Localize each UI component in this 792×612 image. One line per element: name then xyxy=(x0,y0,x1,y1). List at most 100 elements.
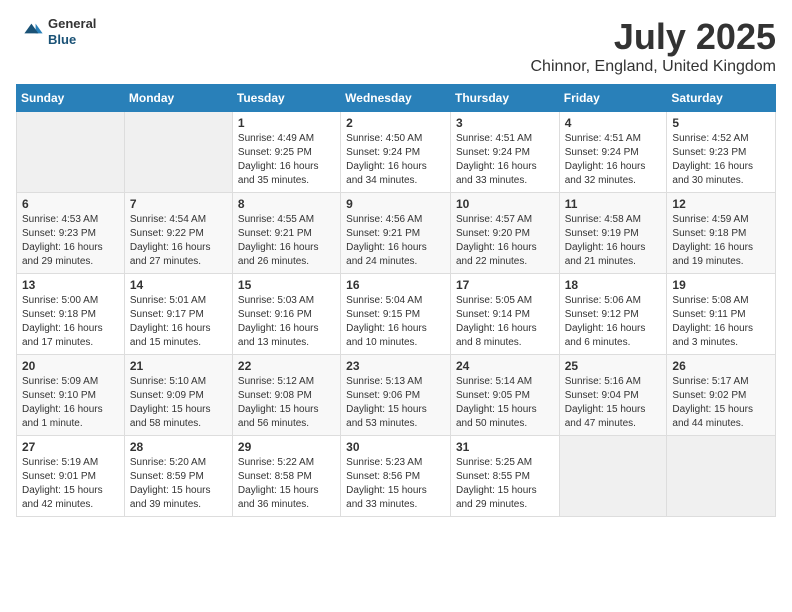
calendar-day-cell: 25Sunrise: 5:16 AMSunset: 9:04 PMDayligh… xyxy=(559,355,667,436)
calendar-day-cell: 19 Sunrise: 5:08 AMSunset: 9:11 PMDayligh… xyxy=(667,274,776,355)
day-info: Sunrise: 5:20 AMSunset: 8:59 PMDaylight:… xyxy=(130,456,227,512)
calendar-day-cell xyxy=(667,436,776,517)
calendar-day-cell: 12 Sunrise: 4:59 AMSunset: 9:18 PMDayligh… xyxy=(667,193,776,274)
day-number: 13 xyxy=(22,278,119,292)
calendar-day-cell: 26 Sunrise: 5:17 AMSunset: 9:02 PMDayligh… xyxy=(667,355,776,436)
day-info: Sunrise: 4:50 AMSunset: 9:24 PMDaylight:… xyxy=(346,132,445,188)
day-info: Sunrise: 5:09 AMSunset: 9:10 PMDaylight:… xyxy=(22,375,119,431)
day-number: 17 xyxy=(456,278,554,292)
day-info: Sunrise: 5:14 AMSunset: 9:05 PMDaylight:… xyxy=(456,375,554,431)
weekday-header-cell: Sunday xyxy=(17,85,125,112)
day-info: Sunrise: 4:58 AMSunset: 9:19 PMDaylight:… xyxy=(565,213,662,269)
day-info: Sunrise: 5:04 AMSunset: 9:15 PMDaylight:… xyxy=(346,294,445,350)
calendar-day-cell: 18 Sunrise: 5:06 AMSunset: 9:12 PMDayligh… xyxy=(559,274,667,355)
day-info: Sunrise: 5:08 AMSunset: 9:11 PMDaylight:… xyxy=(672,294,770,350)
calendar-week-row: 6Sunrise: 4:53 AMSunset: 9:23 PMDaylight… xyxy=(17,193,776,274)
weekday-header-row: SundayMondayTuesdayWednesdayThursdayFrid… xyxy=(17,85,776,112)
logo-text: General Blue xyxy=(48,16,96,47)
calendar-title: July 2025 xyxy=(531,16,777,58)
day-info: Sunrise: 4:57 AMSunset: 9:20 PMDaylight:… xyxy=(456,213,554,269)
day-info: Sunrise: 4:54 AMSunset: 9:22 PMDaylight:… xyxy=(130,213,227,269)
calendar-day-cell: 23 Sunrise: 5:13 AMSunset: 9:06 PMDayligh… xyxy=(341,355,451,436)
calendar-day-cell: 16 Sunrise: 5:04 AMSunset: 9:15 PMDayligh… xyxy=(341,274,451,355)
calendar-day-cell xyxy=(17,112,125,193)
day-number: 22 xyxy=(238,359,335,373)
day-number: 4 xyxy=(565,116,662,130)
day-info: Sunrise: 5:23 AMSunset: 8:56 PMDaylight:… xyxy=(346,456,445,512)
calendar-day-cell: 14 Sunrise: 5:01 AMSunset: 9:17 PMDayligh… xyxy=(124,274,232,355)
day-info: Sunrise: 4:51 AMSunset: 9:24 PMDaylight:… xyxy=(565,132,662,188)
calendar-day-cell: 20 Sunrise: 5:09 AMSunset: 9:10 PMDayligh… xyxy=(17,355,125,436)
day-info: Sunrise: 5:06 AMSunset: 9:12 PMDaylight:… xyxy=(565,294,662,350)
calendar-subtitle: Chinnor, England, United Kingdom xyxy=(531,58,777,76)
calendar-day-cell: 8 Sunrise: 4:55 AMSunset: 9:21 PMDaylight… xyxy=(232,193,340,274)
calendar-day-cell: 6Sunrise: 4:53 AMSunset: 9:23 PMDaylight… xyxy=(17,193,125,274)
weekday-header-cell: Monday xyxy=(124,85,232,112)
day-info: Sunrise: 4:51 AMSunset: 9:24 PMDaylight:… xyxy=(456,132,554,188)
weekday-header-cell: Friday xyxy=(559,85,667,112)
day-info: Sunrise: 5:12 AMSunset: 9:08 PMDaylight:… xyxy=(238,375,335,431)
day-info: Sunrise: 5:03 AMSunset: 9:16 PMDaylight:… xyxy=(238,294,335,350)
day-number: 7 xyxy=(130,197,227,211)
day-number: 9 xyxy=(346,197,445,211)
weekday-header-cell: Thursday xyxy=(450,85,559,112)
calendar-day-cell: 1 Sunrise: 4:49 AMSunset: 9:25 PMDaylight… xyxy=(232,112,340,193)
day-number: 24 xyxy=(456,359,554,373)
calendar-table: SundayMondayTuesdayWednesdayThursdayFrid… xyxy=(16,84,776,517)
calendar-day-cell: 17Sunrise: 5:05 AMSunset: 9:14 PMDayligh… xyxy=(450,274,559,355)
day-number: 19 xyxy=(672,278,770,292)
day-number: 31 xyxy=(456,440,554,454)
day-info: Sunrise: 5:00 AMSunset: 9:18 PMDaylight:… xyxy=(22,294,119,350)
day-number: 20 xyxy=(22,359,119,373)
day-info: Sunrise: 5:13 AMSunset: 9:06 PMDaylight:… xyxy=(346,375,445,431)
logo: General Blue xyxy=(16,16,96,47)
day-number: 25 xyxy=(565,359,662,373)
day-info: Sunrise: 5:22 AMSunset: 8:58 PMDaylight:… xyxy=(238,456,335,512)
calendar-day-cell: 30 Sunrise: 5:23 AMSunset: 8:56 PMDayligh… xyxy=(341,436,451,517)
day-info: Sunrise: 4:59 AMSunset: 9:18 PMDaylight:… xyxy=(672,213,770,269)
day-number: 26 xyxy=(672,359,770,373)
day-number: 10 xyxy=(456,197,554,211)
day-number: 16 xyxy=(346,278,445,292)
day-number: 3 xyxy=(456,116,554,130)
day-number: 12 xyxy=(672,197,770,211)
day-number: 5 xyxy=(672,116,770,130)
day-info: Sunrise: 4:56 AMSunset: 9:21 PMDaylight:… xyxy=(346,213,445,269)
day-number: 1 xyxy=(238,116,335,130)
day-number: 14 xyxy=(130,278,227,292)
calendar-week-row: 27Sunrise: 5:19 AMSunset: 9:01 PMDayligh… xyxy=(17,436,776,517)
calendar-day-cell xyxy=(124,112,232,193)
day-number: 30 xyxy=(346,440,445,454)
weekday-header-cell: Wednesday xyxy=(341,85,451,112)
calendar-day-cell: 15 Sunrise: 5:03 AMSunset: 9:16 PMDayligh… xyxy=(232,274,340,355)
day-number: 27 xyxy=(22,440,119,454)
calendar-week-row: 1 Sunrise: 4:49 AMSunset: 9:25 PMDaylight… xyxy=(17,112,776,193)
logo-icon xyxy=(16,18,44,46)
calendar-day-cell: 2 Sunrise: 4:50 AMSunset: 9:24 PMDaylight… xyxy=(341,112,451,193)
day-number: 28 xyxy=(130,440,227,454)
weekday-header-cell: Saturday xyxy=(667,85,776,112)
title-block: July 2025 Chinnor, England, United Kingd… xyxy=(531,16,777,76)
weekday-header-cell: Tuesday xyxy=(232,85,340,112)
day-number: 23 xyxy=(346,359,445,373)
calendar-day-cell: 11Sunrise: 4:58 AMSunset: 9:19 PMDayligh… xyxy=(559,193,667,274)
day-info: Sunrise: 4:53 AMSunset: 9:23 PMDaylight:… xyxy=(22,213,119,269)
page-header: General Blue July 2025 Chinnor, England,… xyxy=(16,16,776,76)
day-info: Sunrise: 4:49 AMSunset: 9:25 PMDaylight:… xyxy=(238,132,335,188)
day-number: 2 xyxy=(346,116,445,130)
day-info: Sunrise: 4:52 AMSunset: 9:23 PMDaylight:… xyxy=(672,132,770,188)
day-info: Sunrise: 5:01 AMSunset: 9:17 PMDaylight:… xyxy=(130,294,227,350)
day-number: 8 xyxy=(238,197,335,211)
day-number: 18 xyxy=(565,278,662,292)
calendar-day-cell: 7 Sunrise: 4:54 AMSunset: 9:22 PMDaylight… xyxy=(124,193,232,274)
calendar-day-cell: 24 Sunrise: 5:14 AMSunset: 9:05 PMDayligh… xyxy=(450,355,559,436)
calendar-header: SundayMondayTuesdayWednesdayThursdayFrid… xyxy=(17,85,776,112)
day-number: 15 xyxy=(238,278,335,292)
calendar-day-cell: 9 Sunrise: 4:56 AMSunset: 9:21 PMDaylight… xyxy=(341,193,451,274)
calendar-day-cell: 21Sunrise: 5:10 AMSunset: 9:09 PMDayligh… xyxy=(124,355,232,436)
day-info: Sunrise: 5:17 AMSunset: 9:02 PMDaylight:… xyxy=(672,375,770,431)
day-number: 21 xyxy=(130,359,227,373)
calendar-day-cell: 3 Sunrise: 4:51 AMSunset: 9:24 PMDaylight… xyxy=(450,112,559,193)
day-info: Sunrise: 4:55 AMSunset: 9:21 PMDaylight:… xyxy=(238,213,335,269)
calendar-day-cell: 4 Sunrise: 4:51 AMSunset: 9:24 PMDaylight… xyxy=(559,112,667,193)
